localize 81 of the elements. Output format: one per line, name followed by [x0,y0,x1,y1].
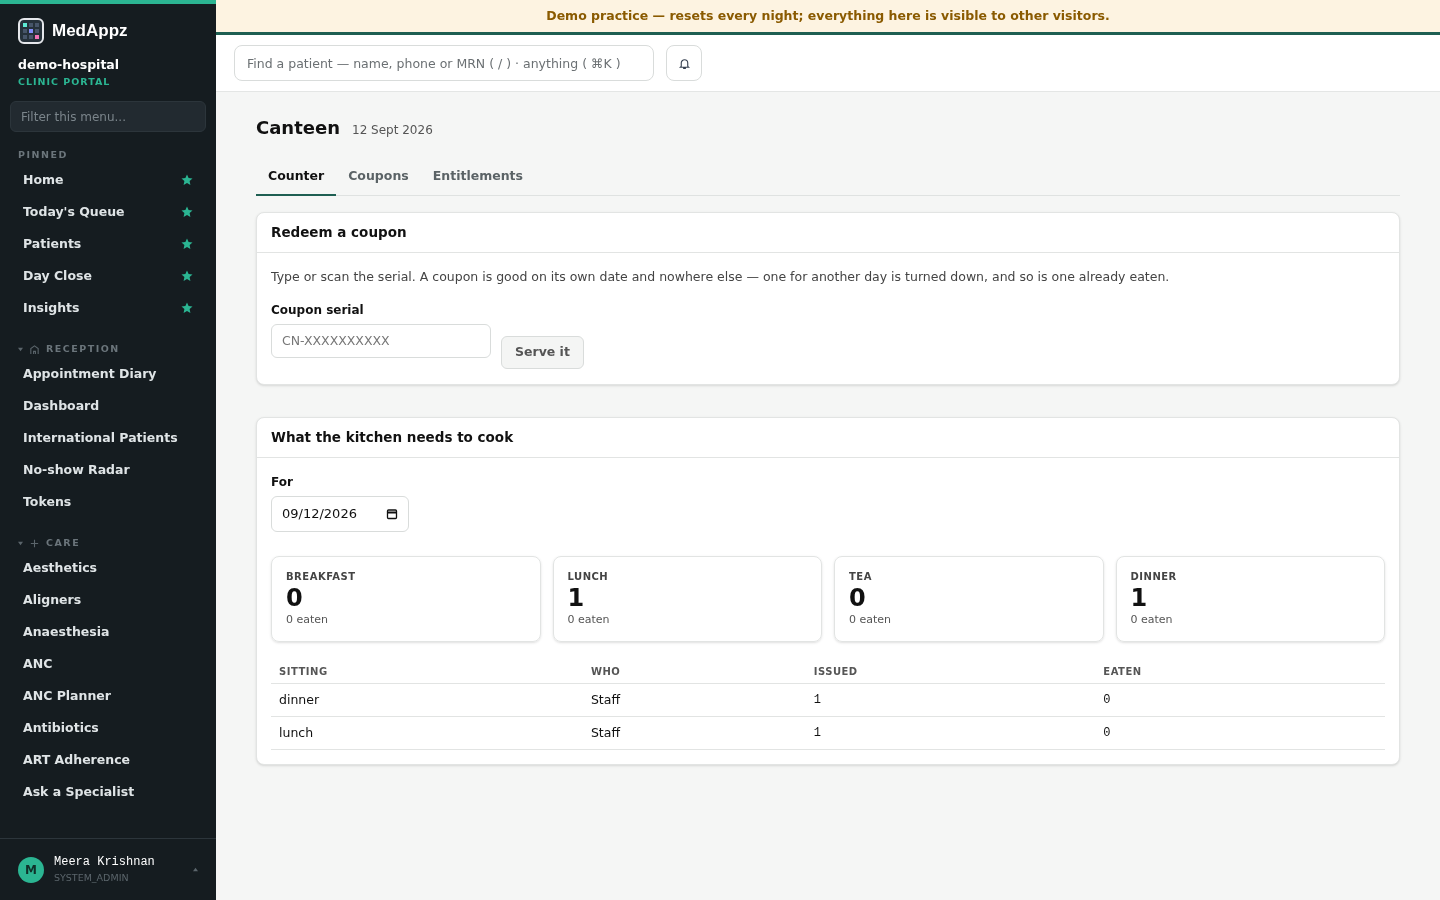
tab[interactable]: Entitlements [420,159,535,196]
eaten-count: 0 eaten [567,611,611,628]
card-title: Redeem a coupon [257,213,1399,253]
star-icon[interactable] [181,206,193,218]
table-cell: lunch [271,716,583,750]
field-label: Coupon serial [271,301,365,319]
nav-item[interactable]: ANC Planner [8,680,208,712]
nav-item[interactable]: Tokens [8,486,208,518]
column-header: ISSUED [805,659,1096,684]
nav-item[interactable]: ANC [8,648,208,680]
user-avatar: M [18,856,44,883]
field-label: For [271,473,294,491]
meal-label: BREAKFAST [286,569,357,584]
bell-icon [677,56,691,70]
eaten-count: 0 eaten [1130,611,1174,628]
eaten-count: 0 eaten [849,611,893,628]
search-field[interactable]: Find a patient — name, phone or MRN ( / ) · anything ( ⌘K ) [234,45,654,81]
menu-filter-field[interactable]: Filter this menu... [10,101,206,132]
nav-item[interactable]: Day Close [8,260,208,292]
serve-button[interactable]: Serve it [501,335,584,369]
table-cell: 1 [805,716,1096,750]
notifications-button[interactable] [666,45,702,81]
date-field[interactable]: 09/12/2026 [271,495,409,532]
star-icon[interactable] [181,238,193,250]
plus-icon [29,537,40,549]
section-label: RECEPTION [46,341,120,356]
nav-item[interactable]: Anaesthesia [8,616,208,648]
nav-item[interactable]: Insights [8,292,208,324]
page-title: Canteen [256,116,340,140]
caret-icon[interactable] [18,540,23,546]
calendar-icon[interactable] [386,507,398,520]
star-icon[interactable] [181,302,193,314]
table-cell: dinner [271,683,583,717]
page-date: 12 Sept 2026 [352,122,433,139]
brand-name: MedAppz [52,20,128,43]
nav-item[interactable]: Ask a Specialist [8,776,208,808]
table-cell: Staff [582,683,806,717]
section-label: CARE [46,535,81,550]
eaten-count: 0 eaten [286,611,330,628]
nav-item[interactable]: Dashboard [8,390,208,422]
nav-item[interactable]: ART Adherence [8,744,208,776]
meal-count: 0 [849,583,867,612]
nav-item[interactable]: Antibiotics [8,712,208,744]
logo-icon [18,18,44,44]
table-cell: 1 [805,683,1096,717]
meal-count: 0 [286,583,304,612]
nav-item[interactable]: Aligners [8,584,208,616]
building-icon [29,343,40,355]
nav-item[interactable]: Aesthetics [8,552,208,584]
column-header: EATEN [1095,659,1385,684]
star-icon[interactable] [181,174,193,186]
meal-count: 1 [1130,583,1149,612]
user-role: SYSTEM_ADMIN [54,871,130,886]
meal-label: LUNCH [567,569,610,584]
tab[interactable]: Coupons [336,159,421,196]
tab[interactable]: Counter [256,159,337,196]
nav-item[interactable]: Home [8,164,208,196]
nav-item[interactable]: Appointment Diary [8,358,208,390]
nav-item[interactable]: International Patients [8,422,208,454]
meal-count: 1 [567,583,586,612]
star-icon[interactable] [181,270,193,282]
caret-icon[interactable] [18,346,23,352]
nav-item[interactable]: Today's Queue [8,196,208,228]
section-label: PINNED [18,147,68,162]
table-cell: Staff [582,716,806,750]
card-title: What the kitchen needs to cook [257,417,1399,458]
portal-label: CLINIC PORTAL [17,74,112,89]
demo-notice-text: Demo practice — resets every night; everything here is visible to other visitors. [546,6,1110,25]
caret-icon[interactable] [193,867,198,872]
meal-label: DINNER [1130,569,1178,584]
column-header: WHO [582,659,806,684]
coupon-serial-field[interactable]: CN-XXXXXXXXXX [271,323,491,358]
table-cell: 0 [1095,683,1385,717]
nav-item[interactable]: Patients [8,228,208,260]
instructions-text: Type or scan the serial. A coupon is good on its own date and nowhere else — one for another day is turned down, and so is one already eaten. [271,268,1171,286]
table-cell: 0 [1095,716,1385,750]
org-name: demo-hospital [17,56,121,74]
column-header: SITTING [271,659,583,684]
nav-item[interactable]: No-show Radar [8,454,208,486]
meal-label: TEA [849,569,873,584]
user-name: Meera Krishnan [54,854,156,872]
